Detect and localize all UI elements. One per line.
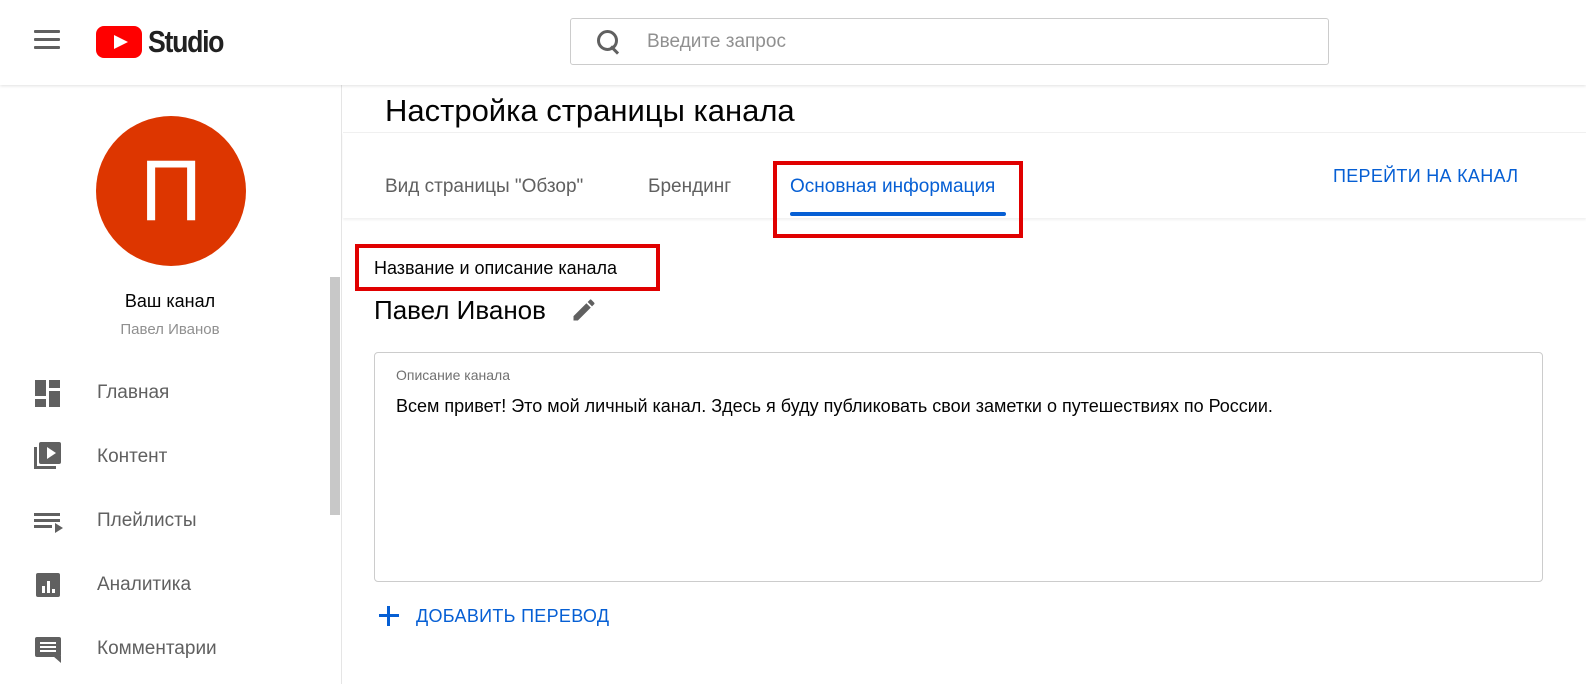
dashboard-icon: [33, 378, 63, 408]
sidebar-item-analytics[interactable]: Аналитика: [0, 553, 330, 617]
sidebar-scrollbar[interactable]: [330, 277, 340, 515]
description-field[interactable]: Описание канала Всем привет! Это мой лич…: [374, 352, 1543, 582]
playlist-icon: [33, 506, 63, 536]
logo-text: Studio: [148, 24, 224, 59]
channel-name: Павел Иванов: [374, 295, 546, 325]
sidebar-item-label: Комментарии: [97, 638, 217, 659]
video-library-icon: [33, 442, 63, 472]
sidebar-item-dashboard[interactable]: Главная: [0, 361, 330, 425]
search-icon[interactable]: [593, 27, 623, 57]
page-title: Настройка страницы канала: [385, 93, 795, 128]
sidebar-item-content[interactable]: Контент: [0, 425, 330, 489]
sidebar-item-label: Главная: [97, 382, 170, 403]
sidebar-item-playlists[interactable]: Плейлисты: [0, 489, 330, 553]
description-label: Описание канала: [396, 367, 510, 383]
highlight-box-tab: [773, 161, 1023, 238]
channel-owner-name: Павел Иванов: [120, 321, 220, 338]
sidebar-item-label: Контент: [97, 446, 168, 467]
tab-overview[interactable]: Вид страницы "Обзор": [385, 176, 583, 198]
sidebar-item-label: Плейлисты: [97, 510, 197, 531]
channel-title: Ваш канал: [124, 291, 216, 311]
analytics-icon: [33, 570, 63, 600]
avatar[interactable]: П: [96, 116, 246, 266]
youtube-play-icon: [96, 26, 142, 58]
sidebar-nav: Главная Контент Плейлисты Аналитика Комм…: [0, 361, 330, 681]
highlight-box-section: [355, 244, 660, 291]
sidebar-item-label: Аналитика: [97, 574, 192, 595]
search-bar: [570, 18, 1329, 65]
sidebar-item-comments[interactable]: Комментарии: [0, 617, 330, 681]
hamburger-menu-icon[interactable]: [34, 30, 62, 54]
description-text[interactable]: Всем привет! Это мой личный канал. Здесь…: [396, 396, 1273, 417]
plus-icon: [378, 605, 400, 627]
youtube-studio-logo[interactable]: Studio: [96, 22, 235, 62]
comments-icon: [33, 634, 63, 664]
search-input[interactable]: [647, 30, 1287, 53]
go-to-channel-link[interactable]: ПЕРЕЙТИ НА КАНАЛ: [1333, 166, 1518, 187]
add-translation-button[interactable]: ДОБАВИТЬ ПЕРЕВОД: [378, 605, 609, 627]
add-translation-label: ДОБАВИТЬ ПЕРЕВОД: [416, 605, 610, 626]
pencil-edit-icon[interactable]: [570, 296, 598, 324]
sidebar: П Ваш канал Павел Иванов Главная Контент: [0, 85, 342, 684]
tab-branding[interactable]: Брендинг: [648, 176, 731, 198]
top-header: Studio: [0, 0, 1586, 85]
